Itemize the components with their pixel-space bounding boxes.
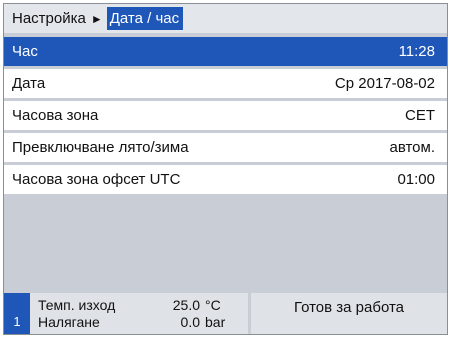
menu-item-time[interactable]: Час 11:28 [4, 37, 447, 66]
breadcrumb: Настройка ► Дата / час [4, 4, 447, 33]
settings-list: Час 11:28 Дата Ср 2017-08-02 Часова зона… [4, 37, 447, 197]
reading-pressure: Налягане 0.0 bar [38, 314, 248, 331]
status-text: Готов за работа [251, 293, 447, 334]
menu-item-date[interactable]: Дата Ср 2017-08-02 [4, 69, 447, 98]
menu-item-value: 01:00 [397, 171, 435, 188]
reading-outlet-temperature: Темп. изход 25.0 °C [38, 297, 248, 314]
reading-value: 0.0 [180, 314, 200, 330]
menu-item-value: CET [405, 107, 435, 124]
breadcrumb-arrow-icon: ► [90, 11, 103, 26]
status-bar: 1 Темп. изход 25.0 °C Налягане 0.0 bar Г… [4, 293, 447, 334]
menu-item-value: автом. [389, 139, 435, 156]
menu-item-label: Час [12, 43, 38, 60]
reading-unit: bar [205, 314, 226, 330]
device-slot-indicator: 1 [4, 293, 30, 334]
menu-item-label: Часова зона офсет UTC [12, 171, 181, 188]
reading-unit: °C [205, 297, 221, 313]
readings-panel: Темп. изход 25.0 °C Налягане 0.0 bar [30, 293, 248, 334]
menu-item-timezone[interactable]: Часова зона CET [4, 101, 447, 130]
reading-label: Налягане [38, 314, 100, 330]
breadcrumb-root[interactable]: Настройка [4, 10, 86, 27]
menu-item-label: Превключване лято/зима [12, 139, 189, 156]
menu-item-label: Дата [12, 75, 46, 92]
menu-item-dst-switch[interactable]: Превключване лято/зима автом. [4, 133, 447, 162]
reading-label: Темп. изход [38, 297, 116, 313]
menu-item-value: 11:28 [398, 43, 435, 60]
menu-item-utc-offset[interactable]: Часова зона офсет UTC 01:00 [4, 165, 447, 194]
breadcrumb-current: Дата / час [106, 7, 184, 30]
menu-item-value: Ср 2017-08-02 [334, 75, 435, 92]
device-screen: Настройка ► Дата / час Час 11:28 Дата Ср… [3, 3, 448, 335]
menu-item-label: Часова зона [12, 107, 99, 124]
reading-value: 25.0 [172, 297, 200, 313]
